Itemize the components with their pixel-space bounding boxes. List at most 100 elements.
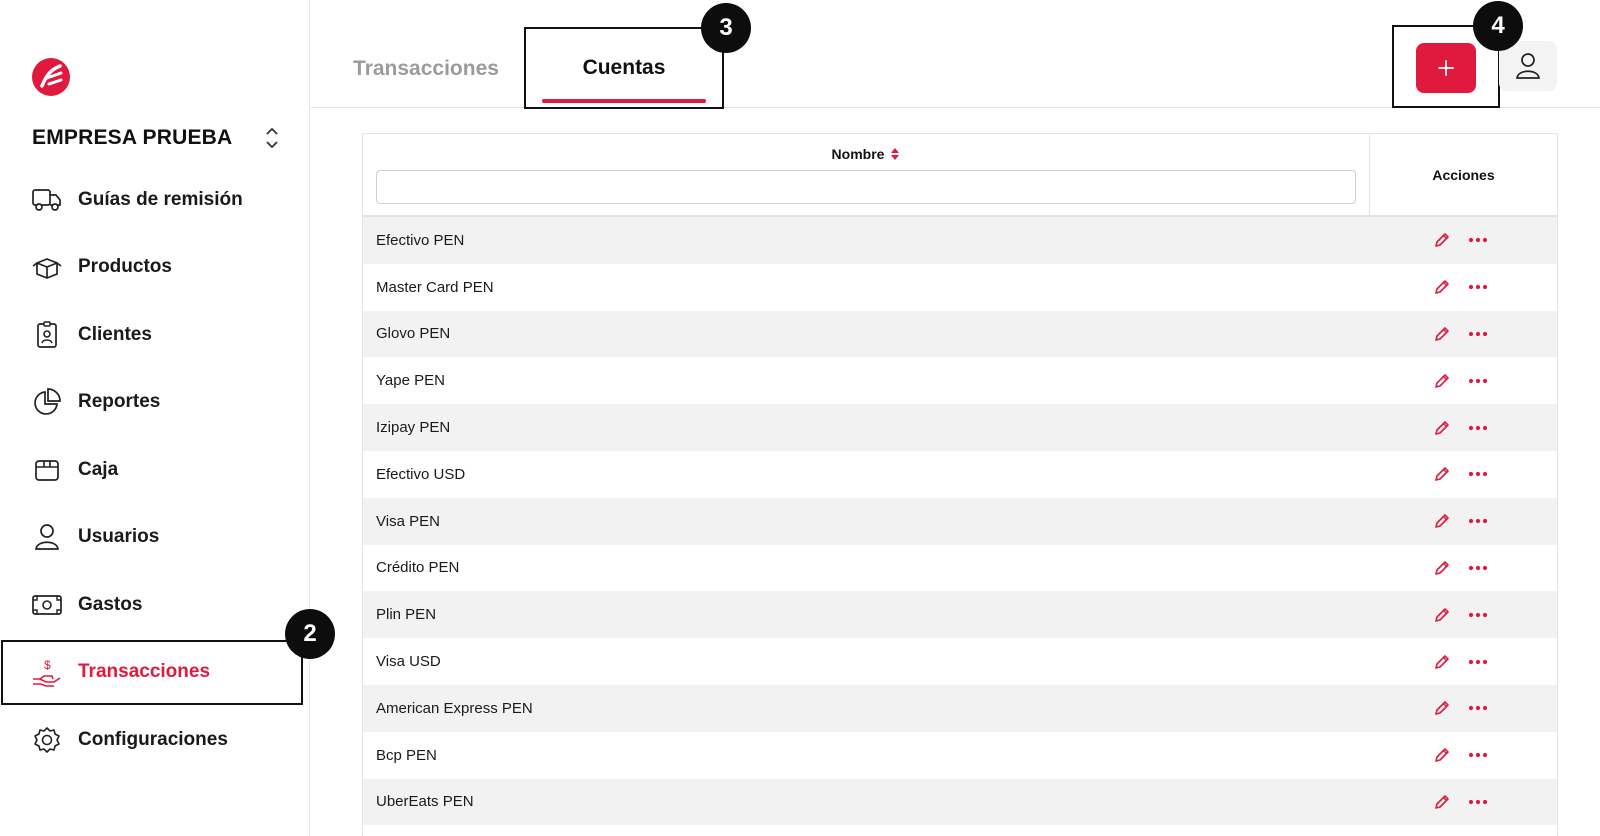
sort-name-button[interactable]: Nombre xyxy=(363,146,1369,162)
pencil-icon[interactable] xyxy=(1432,371,1452,391)
tab-label: Cuentas xyxy=(582,56,666,79)
table-body: Efectivo PEN Master Card PEN Glovo PEN Y… xyxy=(363,217,1557,826)
sidebar-item-label: Transacciones xyxy=(78,661,211,683)
more-options-icon[interactable] xyxy=(1468,792,1488,812)
sidebar-item-label: Configuraciones xyxy=(78,728,228,750)
more-options-icon[interactable] xyxy=(1468,230,1488,250)
pencil-icon[interactable] xyxy=(1432,464,1452,484)
gear-icon xyxy=(32,725,62,755)
sidebar-item-label: Productos xyxy=(78,256,172,278)
table-row[interactable]: Bcp PEN xyxy=(363,731,1557,779)
more-options-icon[interactable] xyxy=(1468,652,1488,672)
truck-icon xyxy=(32,185,62,215)
brand-logo-icon[interactable] xyxy=(30,56,72,98)
pencil-icon[interactable] xyxy=(1432,277,1452,297)
pencil-icon[interactable] xyxy=(1432,324,1452,344)
table-row[interactable]: Efectivo PEN xyxy=(363,217,1557,264)
account-name: UberEats PEN xyxy=(376,793,474,811)
pencil-icon[interactable] xyxy=(1432,698,1452,718)
callout-badge-4: 4 xyxy=(1473,1,1523,51)
sidebar-item-configuraciones[interactable]: Configuraciones xyxy=(0,706,310,774)
sidebar-item-clientes[interactable]: Clientes xyxy=(0,301,310,369)
plus-icon xyxy=(1438,60,1454,76)
row-actions xyxy=(1370,511,1557,531)
row-actions xyxy=(1370,277,1557,297)
sidebar-item-label: Usuarios xyxy=(78,526,160,548)
pencil-icon[interactable] xyxy=(1432,652,1452,672)
pencil-icon[interactable] xyxy=(1432,230,1452,250)
sidebar-item-label: Gastos xyxy=(78,593,143,615)
table-row[interactable]: Crédito PEN xyxy=(363,544,1557,592)
account-name: Bcp PEN xyxy=(376,746,437,764)
more-options-icon[interactable] xyxy=(1468,324,1488,344)
more-options-icon[interactable] xyxy=(1468,277,1488,297)
column-header-actions: Acciones xyxy=(1432,166,1495,183)
active-tab-indicator xyxy=(542,99,706,103)
sidebar-item-label: Guías de remisión xyxy=(78,188,243,210)
sidebar-nav: Guías de remisión Productos Clientes Rep… xyxy=(0,166,310,774)
sidebar-item-label: Reportes xyxy=(78,391,161,413)
pencil-icon[interactable] xyxy=(1432,418,1452,438)
sidebar-item-usuarios[interactable]: Usuarios xyxy=(0,504,310,572)
pie-chart-icon xyxy=(32,387,62,417)
account-name: Glovo PEN xyxy=(376,325,451,343)
pencil-icon[interactable] xyxy=(1432,558,1452,578)
sidebar-item-caja[interactable]: Caja xyxy=(0,436,310,504)
table-row[interactable]: Visa PEN xyxy=(363,497,1557,545)
more-options-icon[interactable] xyxy=(1468,418,1488,438)
more-options-icon[interactable] xyxy=(1468,605,1488,625)
account-name: Izipay PEN xyxy=(376,419,451,437)
table-row[interactable]: Master Card PEN xyxy=(363,263,1557,311)
sidebar-item-transacciones[interactable]: $ Transacciones xyxy=(0,639,304,707)
table-row[interactable]: Glovo PEN xyxy=(363,310,1557,358)
company-selector[interactable]: EMPRESA PRUEBA xyxy=(32,120,282,156)
account-name: American Express PEN xyxy=(376,699,533,717)
chevron-up-down-icon[interactable] xyxy=(262,124,282,152)
more-options-icon[interactable] xyxy=(1468,511,1488,531)
table-row[interactable]: Yape PEN xyxy=(363,357,1557,405)
more-options-icon[interactable] xyxy=(1468,698,1488,718)
row-actions xyxy=(1370,652,1557,672)
more-options-icon[interactable] xyxy=(1468,745,1488,765)
svg-text:$: $ xyxy=(44,658,51,672)
sidebar-item-gastos[interactable]: Gastos xyxy=(0,571,310,639)
tab-cuentas[interactable]: Cuentas xyxy=(524,27,724,109)
sidebar-item-productos[interactable]: Productos xyxy=(0,234,310,302)
sidebar-item-guias[interactable]: Guías de remisión xyxy=(0,166,310,234)
table-row[interactable]: Plin PEN xyxy=(363,591,1557,639)
account-name: Crédito PEN xyxy=(376,559,460,577)
column-header-name: Nombre xyxy=(363,134,1370,215)
pencil-icon[interactable] xyxy=(1432,745,1452,765)
sidebar-item-reportes[interactable]: Reportes xyxy=(0,369,310,437)
table-row[interactable]: American Express PEN xyxy=(363,684,1557,732)
account-name: Efectivo PEN xyxy=(376,231,465,249)
table-row[interactable]: UberEats PEN xyxy=(363,778,1557,826)
more-options-icon[interactable] xyxy=(1468,371,1488,391)
callout-badge-2: 2 xyxy=(285,609,335,659)
pencil-icon[interactable] xyxy=(1432,511,1452,531)
tab-transacciones[interactable]: Transacciones xyxy=(341,30,511,108)
accounts-table: Nombre Acciones Efectivo PEN Master Card… xyxy=(362,133,1558,836)
hand-dollar-icon: $ xyxy=(32,657,62,688)
box-icon xyxy=(32,252,62,282)
column-title-name: Nombre xyxy=(831,146,885,162)
callout-badge-3: 3 xyxy=(701,3,751,53)
more-options-icon[interactable] xyxy=(1468,558,1488,578)
pencil-icon[interactable] xyxy=(1432,792,1452,812)
table-row[interactable]: Visa USD xyxy=(363,638,1557,685)
account-name: Yape PEN xyxy=(376,372,445,390)
top-bar: Transacciones Cuentas xyxy=(311,0,1600,109)
sidebar: EMPRESA PRUEBA Guías de remisión Product… xyxy=(0,0,310,836)
sidebar-item-label: Caja xyxy=(78,458,119,480)
table-header: Nombre Acciones xyxy=(363,134,1557,217)
add-account-button[interactable] xyxy=(1416,43,1476,93)
more-options-icon[interactable] xyxy=(1468,464,1488,484)
row-actions xyxy=(1370,792,1557,812)
table-row[interactable]: Efectivo USD xyxy=(363,450,1557,498)
row-actions xyxy=(1370,745,1557,765)
account-name: Visa USD xyxy=(376,653,441,671)
pencil-icon[interactable] xyxy=(1432,605,1452,625)
table-row[interactable]: Izipay PEN xyxy=(363,404,1557,451)
row-actions xyxy=(1370,558,1557,578)
name-filter-input[interactable] xyxy=(376,170,1356,204)
